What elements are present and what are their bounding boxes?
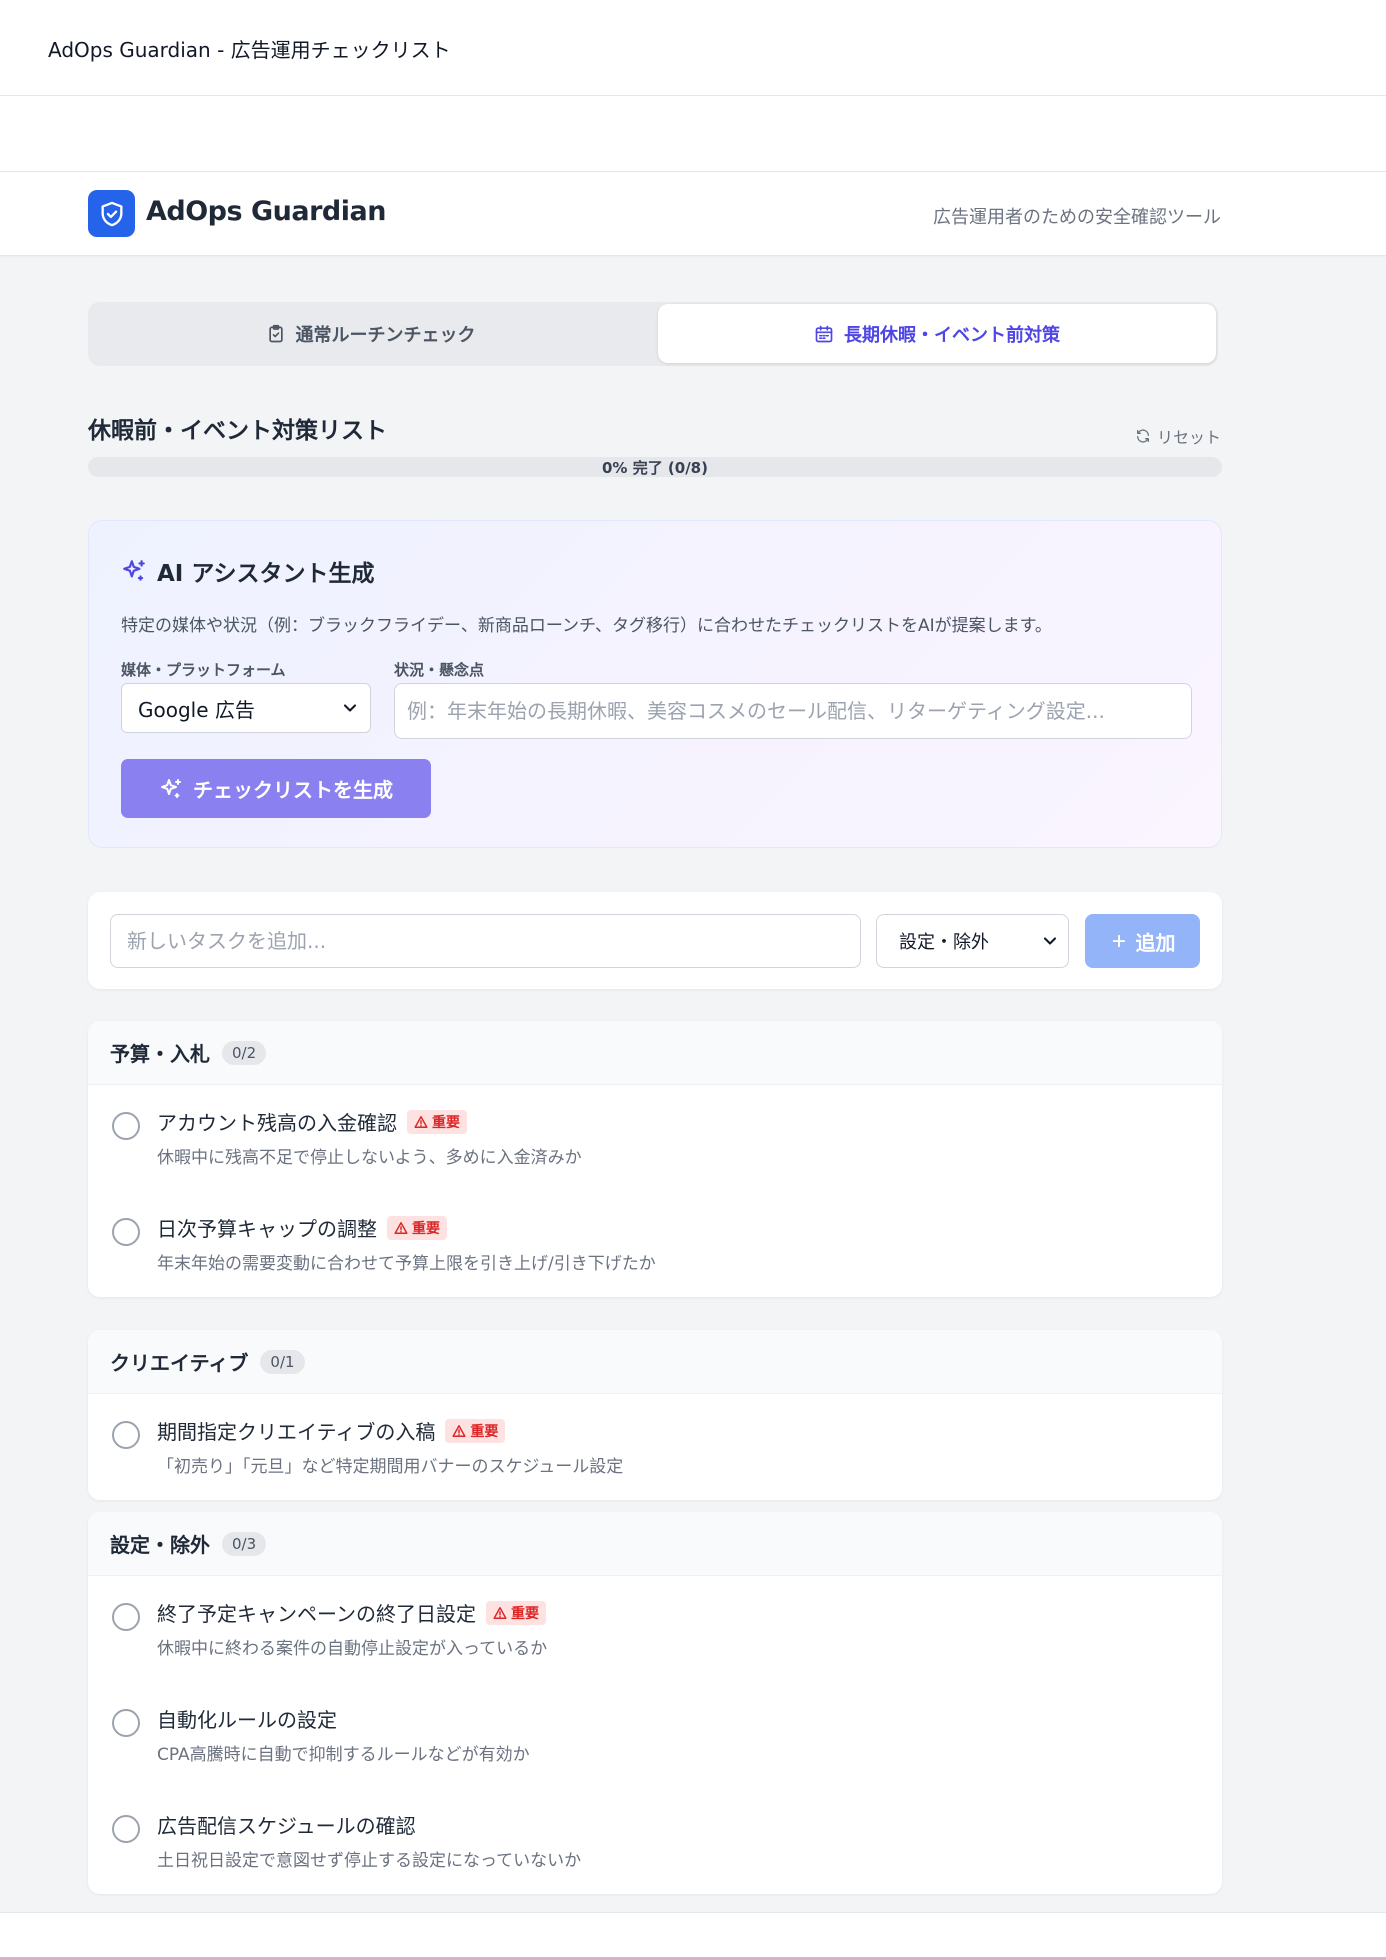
ai-title-text: AI アシスタント生成 xyxy=(157,561,375,587)
reset-label: リセット xyxy=(1156,428,1221,447)
app-header: AdOps Guardian 広告運用者のための安全確認ツール xyxy=(0,172,1386,256)
situation-label: 状況・懸念点 xyxy=(394,661,485,679)
item-description: CPA高騰時に自動で抑制するルールなどが有効か xyxy=(157,1745,530,1765)
list-title: 休暇前・イベント対策リスト xyxy=(88,418,387,444)
group-header: クリエイティブ 0/1 xyxy=(88,1330,1222,1394)
situation-input[interactable] xyxy=(394,683,1192,739)
group-count: 0/2 xyxy=(222,1040,267,1065)
item-description: 「初売り」「元旦」など特定期間用バナーのスケジュール設定 xyxy=(157,1457,624,1477)
item-title: 広告配信スケジュールの確認 xyxy=(157,1814,416,1838)
new-task-input[interactable] xyxy=(110,914,861,968)
item-description: 土日祝日設定で意図せず停止する設定になっていないか xyxy=(157,1851,582,1871)
add-task-card: 設定・除外 追加 xyxy=(88,892,1222,989)
progress-bar: 0% 完了 (0/8) xyxy=(88,457,1222,477)
checkbox-circle[interactable] xyxy=(112,1709,140,1737)
brand-name: AdOps Guardian xyxy=(146,196,386,227)
refresh-icon xyxy=(1136,429,1149,443)
window-title: AdOps Guardian - 広告運用チェックリスト xyxy=(48,38,451,62)
group-count: 0/3 xyxy=(222,1531,267,1556)
item-title-row: アカウント残高の入金確認 重要 xyxy=(157,1107,467,1136)
shield-check-icon xyxy=(88,190,135,237)
group-count: 0/1 xyxy=(260,1349,305,1374)
important-badge: 重要 xyxy=(445,1418,506,1443)
footer-strip xyxy=(0,1912,1386,1960)
checklist-item: 自動化ルールの設定 CPA高騰時に自動で抑制するルールなどが有効か xyxy=(88,1682,1222,1788)
category-select[interactable]: 設定・除外 xyxy=(876,914,1069,968)
group-name: 予算・入札 xyxy=(110,1042,210,1066)
generate-label: チェックリストを生成 xyxy=(193,778,393,802)
warning-icon xyxy=(452,1424,466,1437)
window-title-bar: AdOps Guardian - 広告運用チェックリスト xyxy=(0,0,1386,96)
checkbox-circle[interactable] xyxy=(112,1815,140,1843)
group-budget-bidding: 予算・入札 0/2 アカウント残高の入金確認 重要 休暇中に残高不足で停止しない… xyxy=(88,1021,1222,1297)
important-label: 重要 xyxy=(412,1220,440,1237)
checklist-item: 日次予算キャップの調整 重要 年末年始の需要変動に合わせて予算上限を引き上げ/引… xyxy=(88,1191,1222,1297)
checklist-item: アカウント残高の入金確認 重要 休暇中に残高不足で停止しないよう、多めに入金済み… xyxy=(88,1085,1222,1191)
add-label: 追加 xyxy=(1135,930,1176,955)
reset-button[interactable]: リセット xyxy=(1135,424,1221,448)
browser-strip xyxy=(0,96,1386,172)
generate-checklist-button[interactable]: チェックリストを生成 xyxy=(121,759,431,818)
group-creative: クリエイティブ 0/1 期間指定クリエイティブの入稿 重要 「初売り」「元旦」な… xyxy=(88,1330,1222,1500)
tab-holiday-label: 長期休暇・イベント前対策 xyxy=(844,324,1060,346)
important-badge: 重要 xyxy=(486,1600,546,1625)
item-title: 期間指定クリエイティブの入稿 xyxy=(157,1420,436,1444)
item-title-row: 広告配信スケジュールの確認 xyxy=(157,1810,416,1839)
important-label: 重要 xyxy=(511,1605,539,1622)
chevron-down-icon xyxy=(343,704,357,712)
checkbox-circle[interactable] xyxy=(112,1218,140,1246)
item-description: 休暇中に終わる案件の自動停止設定が入っているか xyxy=(157,1639,548,1659)
clipboard-check-icon xyxy=(268,324,283,343)
tab-routine-check[interactable]: 通常ルーチンチェック xyxy=(88,302,653,366)
important-badge: 重要 xyxy=(407,1109,467,1134)
ai-title: AI アシスタント生成 xyxy=(121,554,374,588)
item-description: 年末年始の需要変動に合わせて予算上限を引き上げ/引き下げたか xyxy=(157,1254,656,1274)
important-label: 重要 xyxy=(432,1114,460,1131)
category-select-value: 設定・除外 xyxy=(899,932,989,953)
item-title: 終了予定キャンペーンの終了日設定 xyxy=(157,1602,476,1626)
checklist-item: 終了予定キャンペーンの終了日設定 重要 休暇中に終わる案件の自動停止設定が入って… xyxy=(88,1576,1222,1682)
tab-routine-label: 通常ルーチンチェック xyxy=(295,325,476,346)
tab-holiday-event[interactable]: 長期休暇・イベント前対策 xyxy=(658,304,1216,363)
item-title: 自動化ルールの設定 xyxy=(157,1708,337,1732)
item-title: 日次予算キャップの調整 xyxy=(157,1217,377,1241)
checklist-item: 広告配信スケジュールの確認 土日祝日設定で意図せず停止する設定になっていないか xyxy=(88,1788,1222,1894)
checklist-item: 期間指定クリエイティブの入稿 重要 「初売り」「元旦」など特定期間用バナーのスケ… xyxy=(88,1394,1222,1500)
warning-icon xyxy=(414,1115,428,1128)
warning-icon xyxy=(493,1606,507,1619)
item-title-row: 期間指定クリエイティブの入稿 重要 xyxy=(157,1416,506,1445)
group-name: 設定・除外 xyxy=(110,1533,210,1557)
tagline: 広告運用者のための安全確認ツール xyxy=(933,207,1221,228)
chevron-down-icon xyxy=(1043,937,1057,945)
ai-description: 特定の媒体や状況（例：ブラックフライデー、新商品ローンチ、タグ移行）に合わせたチ… xyxy=(121,616,1052,636)
calendar-icon xyxy=(815,325,833,342)
item-title-row: 自動化ルールの設定 xyxy=(157,1704,337,1733)
group-settings-exclusions: 設定・除外 0/3 終了予定キャンペーンの終了日設定 重要 休暇中に終わる案件の… xyxy=(88,1512,1222,1894)
group-name: クリエイティブ xyxy=(110,1351,249,1375)
warning-icon xyxy=(394,1221,408,1234)
group-header: 設定・除外 0/3 xyxy=(88,1512,1222,1576)
platform-select[interactable]: Google 広告 xyxy=(121,683,371,733)
mode-tabs: 通常ルーチンチェック 長期休暇・イベント前対策 xyxy=(88,302,1218,366)
ai-assistant-card: AI アシスタント生成 特定の媒体や状況（例：ブラックフライデー、新商品ローンチ… xyxy=(88,520,1222,848)
checkbox-circle[interactable] xyxy=(112,1421,140,1449)
checkbox-circle[interactable] xyxy=(112,1603,140,1631)
sparkles-icon xyxy=(161,778,181,798)
item-title: アカウント残高の入金確認 xyxy=(157,1111,397,1135)
platform-select-value: Google 広告 xyxy=(138,697,255,722)
platform-label: 媒体・プラットフォーム xyxy=(121,661,286,679)
item-title-row: 終了予定キャンペーンの終了日設定 重要 xyxy=(157,1598,546,1627)
progress-text: 0% 完了 (0/8) xyxy=(602,458,708,477)
add-task-button[interactable]: 追加 xyxy=(1085,914,1200,968)
item-description: 休暇中に残高不足で停止しないよう、多めに入金済みか xyxy=(157,1148,582,1168)
important-label: 重要 xyxy=(470,1423,499,1440)
important-badge: 重要 xyxy=(387,1215,447,1240)
sparkles-icon xyxy=(123,560,145,581)
item-title-row: 日次予算キャップの調整 重要 xyxy=(157,1213,447,1242)
plus-icon xyxy=(1112,934,1125,948)
group-header: 予算・入札 0/2 xyxy=(88,1021,1222,1085)
checkbox-circle[interactable] xyxy=(112,1112,140,1140)
